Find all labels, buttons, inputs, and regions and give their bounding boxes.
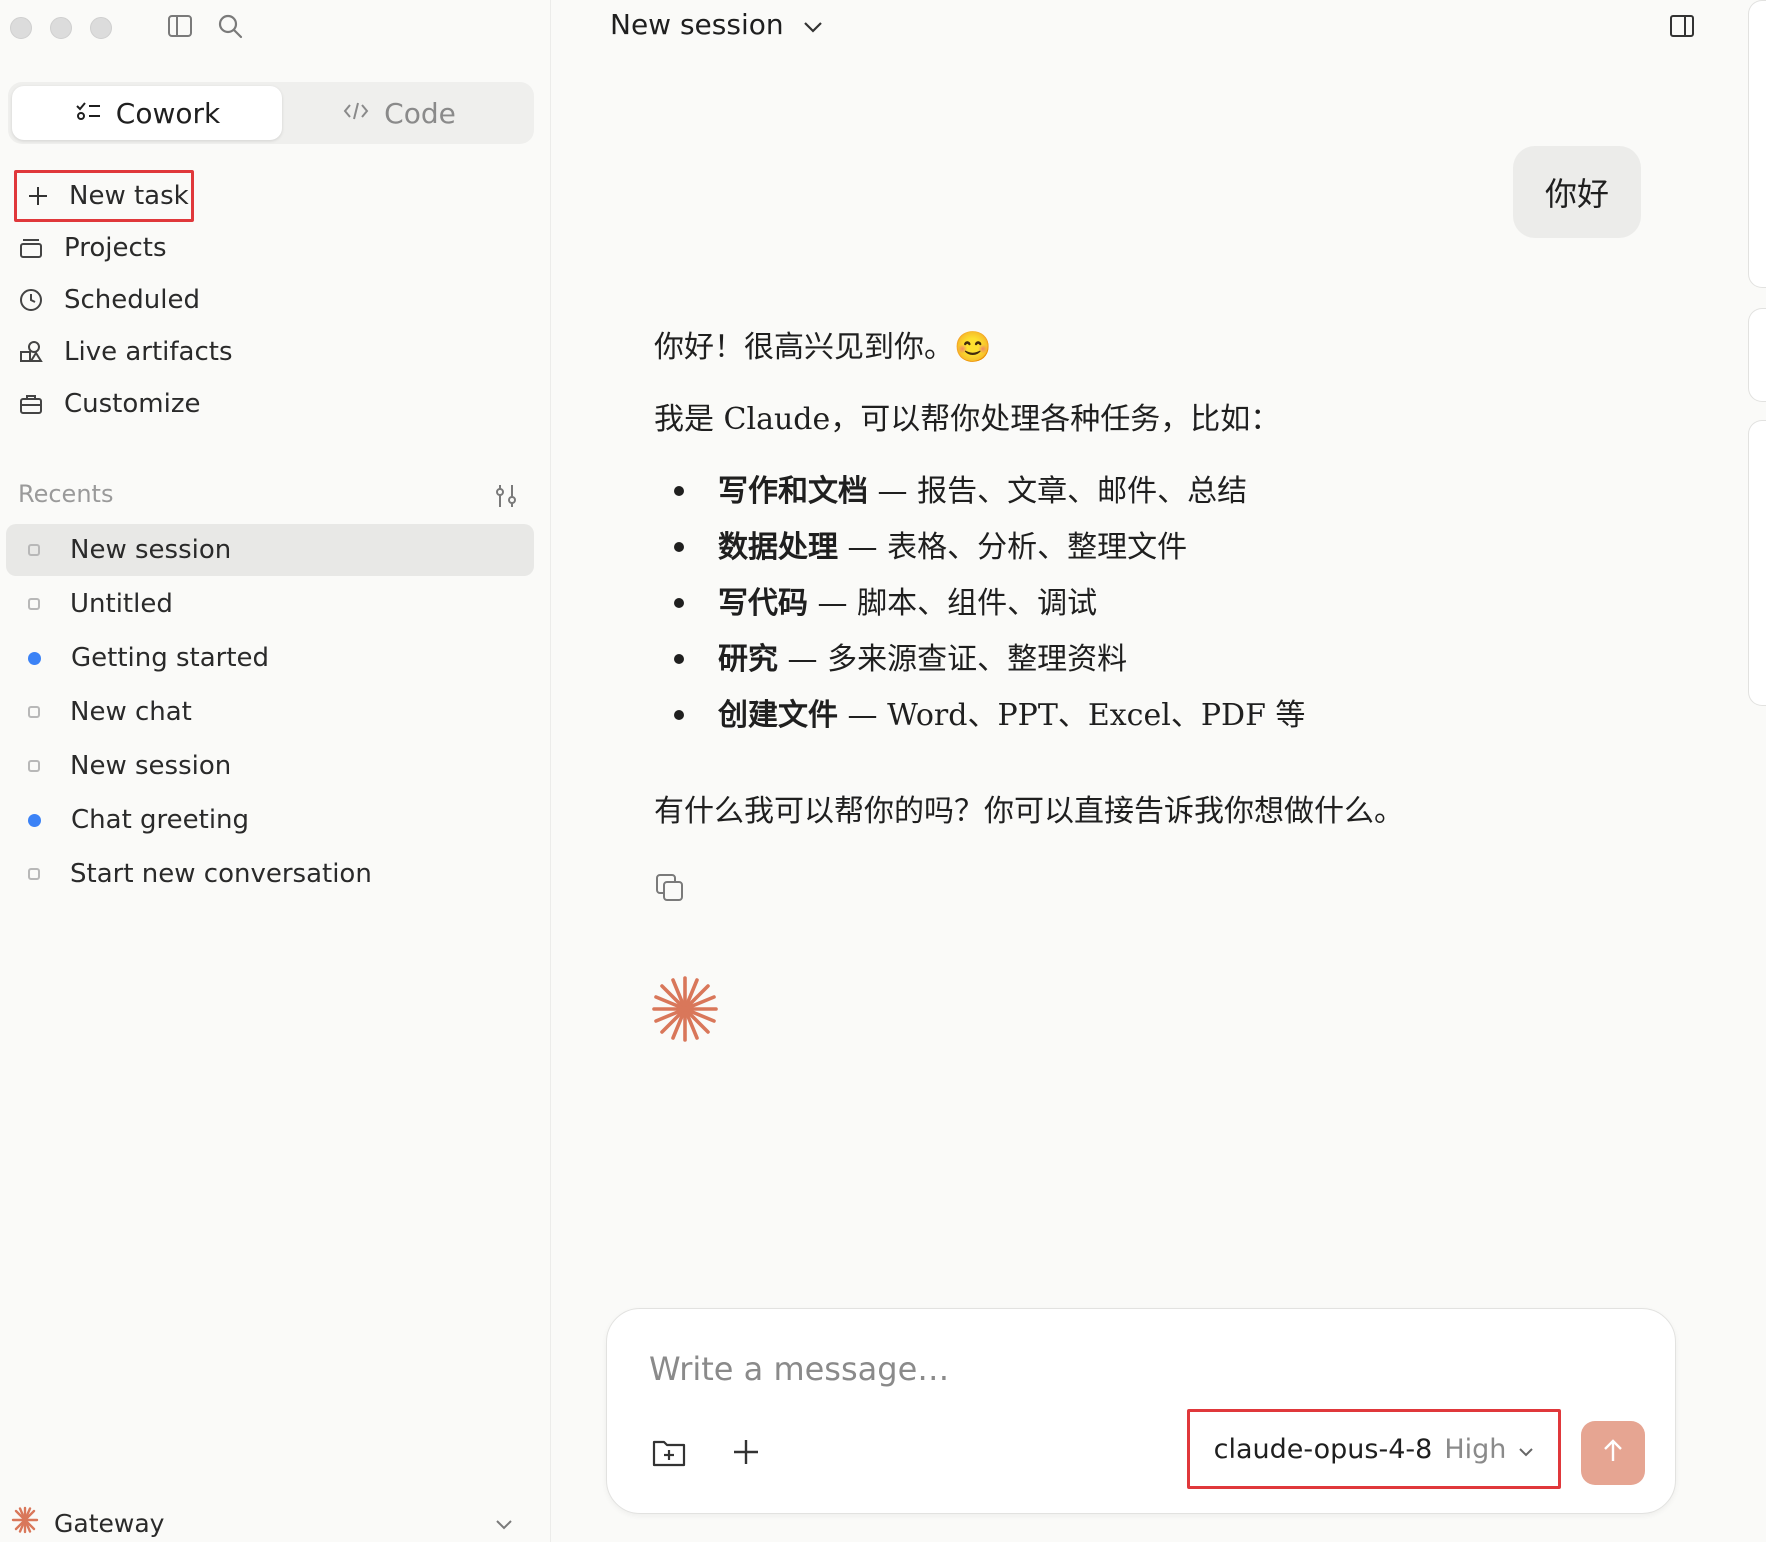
send-button[interactable] [1581,1421,1645,1485]
sidebar-item-label: Customize [64,389,201,419]
chevron-down-icon [802,8,824,41]
shapes-icon [16,337,46,367]
gateway-switcher[interactable]: Gateway [10,1505,164,1541]
recent-item-label: Start new conversation [70,859,372,889]
recent-item-label: New session [70,751,232,781]
session-title-dropdown[interactable]: New session [610,8,824,41]
recent-item-label: New session [70,535,232,565]
code-icon [342,97,370,130]
sidebar-item-scheduled[interactable]: Scheduled [16,278,200,322]
claude-spark-icon [650,974,720,1048]
add-attachment-icon[interactable] [731,1437,761,1471]
chevron-down-icon[interactable] [494,1516,514,1535]
sidebar-item-customize[interactable]: Customize [16,382,200,426]
recent-item-label: Chat greeting [71,805,250,835]
tasks-icon [74,97,102,130]
model-name: claude-opus-4-8 [1213,1433,1433,1465]
list-item: 数据处理 — 表格、分析、整理文件 [654,522,1187,566]
list-item: 写作和文档 — 报告、文章、邮件、总结 [654,466,1247,510]
briefcase-icon [16,389,46,419]
sidebar-item-projects[interactable]: Projects [16,226,167,270]
message-composer: claude-opus-4-8 High [606,1308,1676,1514]
copy-icon[interactable] [654,872,686,908]
assistant-greeting: 你好！很高兴见到你。😊 [654,330,992,365]
recent-item[interactable]: New session [6,740,534,792]
recent-item[interactable]: Chat greeting [6,794,534,846]
recent-item[interactable]: Getting started [6,632,534,684]
side-panel-tab[interactable] [1748,0,1766,288]
new-task-button[interactable]: New task [14,170,194,222]
status-dot [28,544,40,556]
side-panel-tab[interactable] [1748,308,1766,402]
message-input[interactable] [647,1349,1551,1389]
tab-cowork-label: Cowork [115,96,221,130]
status-dot [28,868,40,880]
recent-item[interactable]: Start new conversation [6,848,534,900]
recent-item-label: Untitled [70,589,173,619]
list-item: 写代码 — 脚本、组件、调试 [654,578,1097,622]
effort-level: High [1444,1433,1507,1465]
status-dot [28,706,40,718]
sidebar-item-label: Projects [64,233,167,263]
sidebar-item-label: Live artifacts [64,337,233,367]
zoom-window-button[interactable] [90,17,112,39]
recent-item[interactable]: New chat [6,686,534,738]
list-item: 创建文件 — Word、PPT、Excel、PDF 等 [654,690,1305,734]
list-item: 研究 — 多来源查证、整理资料 [654,634,1127,678]
sidebar: Cowork Code New task Projects Scheduled … [0,0,551,1542]
panel-toggle-icon[interactable] [1668,12,1696,44]
recent-item[interactable]: Untitled [6,578,534,630]
user-message-text: 你好 [1544,175,1609,213]
arrow-up-icon [1601,1438,1625,1468]
assistant-intro: 我是 Claude，可以帮你处理各种任务，比如： [654,402,1281,437]
recents-heading: Recents [18,480,114,508]
recent-item-label: Getting started [71,643,270,673]
folder-add-icon[interactable] [651,1435,687,1473]
mode-switch: Cowork Code [8,82,534,144]
recent-item[interactable]: New session [6,524,534,576]
minimize-window-button[interactable] [50,17,72,39]
unread-dot [28,651,41,665]
filter-sliders-icon[interactable] [492,482,520,514]
close-window-button[interactable] [10,17,32,39]
chevron-down-icon [1518,1434,1534,1465]
page-title: New session [610,8,784,41]
side-panel-tab[interactable] [1748,420,1766,706]
sidebar-toggle-icon[interactable] [166,12,194,44]
unread-dot [28,813,41,827]
new-task-label: New task [69,181,189,211]
sidebar-item-label: Scheduled [64,285,200,315]
folder-icon [16,233,46,263]
tab-code[interactable]: Code [264,86,534,140]
claude-logo-icon [10,1505,40,1541]
search-icon[interactable] [216,12,244,44]
clock-icon [16,285,46,315]
user-message: 你好 [1513,146,1641,238]
assistant-closing: 有什么我可以帮你的吗？你可以直接告诉我你想做什么。 [654,794,1404,829]
plus-icon [23,181,53,211]
tab-code-label: Code [384,96,456,130]
sidebar-item-live-artifacts[interactable]: Live artifacts [16,330,233,374]
gateway-label: Gateway [54,1508,165,1538]
status-dot [28,760,40,772]
recent-item-label: New chat [70,697,192,727]
tab-cowork[interactable]: Cowork [12,86,282,140]
window-controls [10,17,112,39]
model-selector[interactable]: claude-opus-4-8 High [1187,1409,1561,1489]
status-dot [28,598,40,610]
